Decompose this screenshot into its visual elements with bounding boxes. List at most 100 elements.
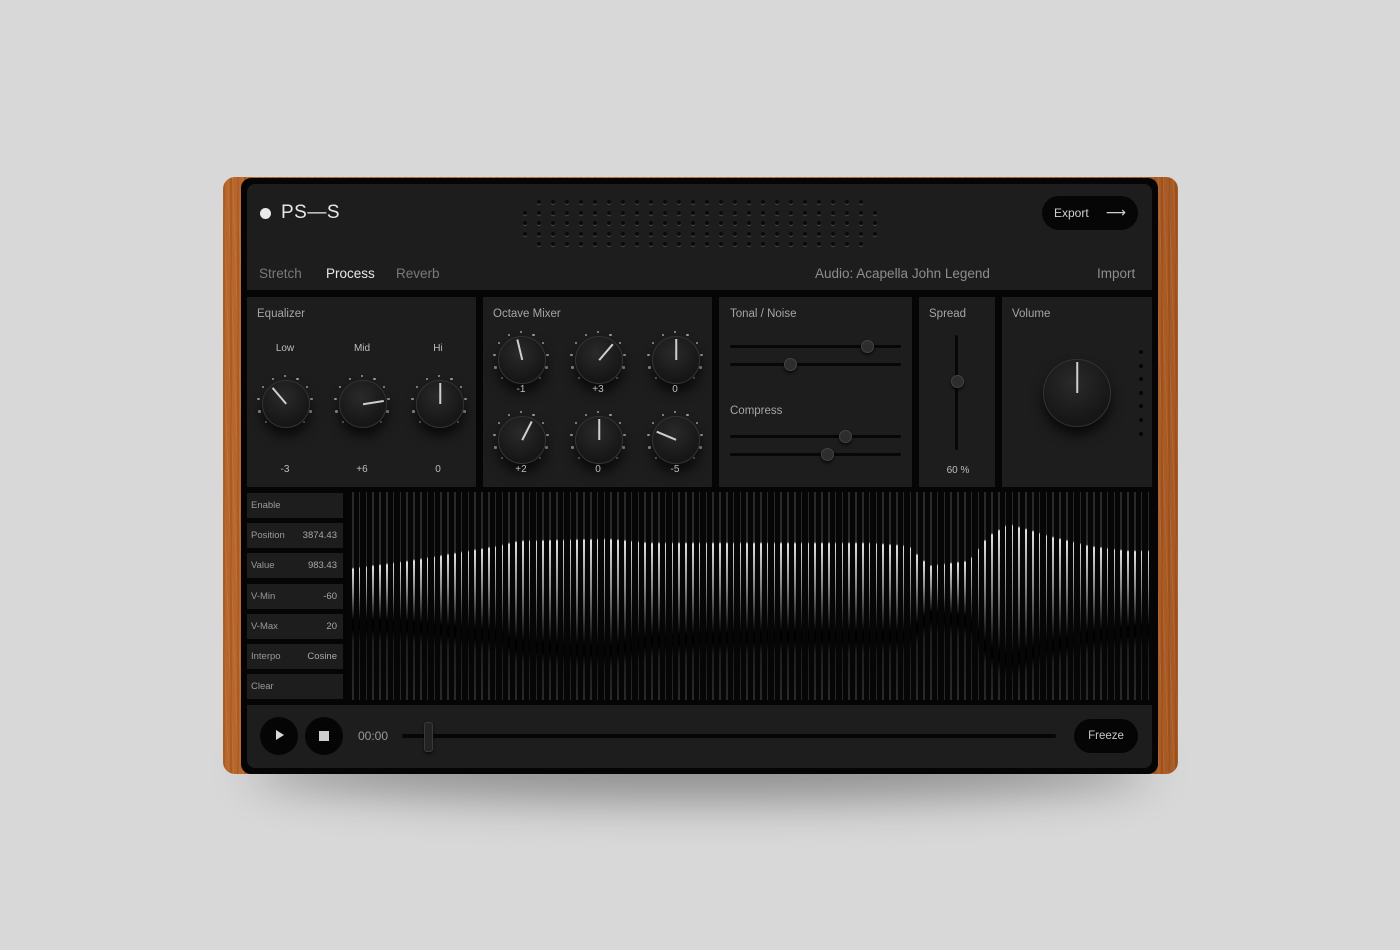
waveform-bar	[630, 492, 633, 700]
knob-tick	[695, 341, 699, 345]
knob-tick	[418, 420, 422, 424]
tonal-slider-1-track[interactable]	[730, 345, 901, 348]
waveform-bar	[1059, 492, 1061, 700]
stop-button[interactable]	[305, 717, 343, 755]
tab-process[interactable]: Process	[326, 266, 375, 281]
grille-hole	[705, 232, 709, 236]
knob-tick	[574, 341, 578, 345]
grille-hole	[607, 221, 611, 225]
tab-stretch[interactable]: Stretch	[259, 266, 302, 281]
param-row-value[interactable]: Value 983.43	[247, 553, 343, 579]
knob-tick	[661, 333, 665, 337]
grille-hole	[635, 221, 639, 225]
spread-slider-track[interactable]	[955, 335, 958, 450]
waveform-bar	[950, 492, 952, 700]
eq-hi-label: Hi	[433, 343, 443, 354]
waveform-bar	[358, 492, 361, 700]
waveform-bar	[1140, 492, 1143, 700]
knob-indicator	[656, 431, 677, 441]
grille-hole	[803, 211, 807, 215]
waveform-bar	[868, 492, 871, 700]
grille-hole	[635, 232, 639, 236]
seek-bar[interactable]	[402, 734, 1056, 738]
waveform-bar	[678, 492, 680, 700]
waveform-bar	[1038, 492, 1041, 700]
knob-tick	[609, 333, 612, 337]
octave-knob-1[interactable]	[491, 329, 551, 389]
grille-hole	[859, 211, 863, 215]
grille-hole	[607, 200, 611, 204]
knob-tick	[494, 446, 497, 449]
grille-hole	[789, 200, 793, 204]
grille-hole	[649, 232, 653, 236]
eq-mid-label: Mid	[353, 343, 371, 354]
compress-slider-1-track[interactable]	[730, 435, 901, 438]
compress-slider-2-track[interactable]	[730, 453, 901, 456]
grille-hole	[789, 221, 793, 225]
grille-hole	[537, 221, 541, 225]
knob-tick	[302, 420, 306, 424]
eq-mid-knob[interactable]	[332, 373, 392, 433]
volume-knob[interactable]	[1043, 359, 1111, 427]
param-row-interpo[interactable]: Interpo Cosine	[247, 644, 343, 669]
waveform-bar	[855, 492, 857, 700]
param-row-clear[interactable]: Clear	[247, 674, 343, 700]
eq-hi-knob[interactable]	[409, 373, 469, 433]
spread-slider-thumb[interactable]	[951, 375, 964, 388]
knob-tick	[571, 366, 574, 369]
param-row-v-max[interactable]: V-Max 20	[247, 613, 343, 639]
grille-hole	[775, 242, 779, 246]
octave-knob-5[interactable]	[568, 409, 628, 469]
tonal-slider-2-thumb[interactable]	[783, 358, 797, 371]
tonal-slider-1-thumb[interactable]	[860, 340, 874, 353]
grille-hole	[677, 221, 681, 225]
knob-body	[498, 416, 546, 464]
param-label: V-Min	[251, 590, 276, 602]
eq-low-knob[interactable]	[255, 373, 315, 433]
param-row-position[interactable]: Position 3874.43	[247, 523, 343, 549]
knob-tick	[699, 366, 702, 369]
octave-knob-6[interactable]	[645, 409, 705, 469]
import-button[interactable]: Import	[1097, 266, 1135, 281]
play-button[interactable]	[260, 717, 298, 755]
grille-hole	[579, 200, 583, 204]
export-button[interactable]: Export ⟶	[1042, 196, 1138, 230]
param-label: V-Max	[251, 620, 278, 632]
knob-tick	[382, 385, 386, 389]
grille-hole	[859, 232, 863, 236]
waveform-display[interactable]	[348, 492, 1152, 700]
knob-tick	[622, 366, 625, 369]
volume-level-led	[1139, 390, 1143, 395]
knob-tick	[699, 446, 702, 449]
knob-body	[339, 380, 387, 428]
param-row-enable[interactable]: Enable	[247, 493, 343, 518]
knob-tick	[493, 433, 496, 437]
seek-thumb[interactable]	[424, 722, 434, 752]
tonal-slider-2-track[interactable]	[730, 363, 901, 366]
waveform-bar	[800, 492, 803, 700]
octave-knob-3[interactable]	[645, 329, 705, 389]
knob-tick	[494, 366, 497, 369]
waveform-bar	[488, 492, 490, 700]
waveform-bar	[603, 492, 606, 700]
waveform-bar	[542, 492, 544, 700]
tonal-compress-panel	[719, 297, 912, 487]
knob-tick	[411, 397, 414, 401]
param-row-v-min[interactable]: V-Min -60	[247, 583, 343, 609]
knob-tick	[497, 421, 501, 425]
waveform-bar	[494, 492, 497, 700]
grille-hole	[649, 221, 653, 225]
knob-tick	[271, 377, 275, 381]
grille-hole	[761, 232, 765, 236]
grille-hole	[747, 232, 751, 236]
waveform-bar	[481, 492, 483, 700]
freeze-button[interactable]: Freeze	[1074, 719, 1138, 753]
tab-reverb[interactable]: Reverb	[396, 266, 440, 281]
waveform-bar	[705, 492, 708, 700]
octave-knob-2[interactable]	[568, 329, 628, 389]
grille-hole	[551, 242, 555, 246]
octave-knob-4[interactable]	[491, 409, 551, 469]
compress-slider-1-thumb[interactable]	[838, 430, 852, 443]
grille-hole	[733, 221, 737, 225]
waveform-bar	[923, 492, 925, 700]
